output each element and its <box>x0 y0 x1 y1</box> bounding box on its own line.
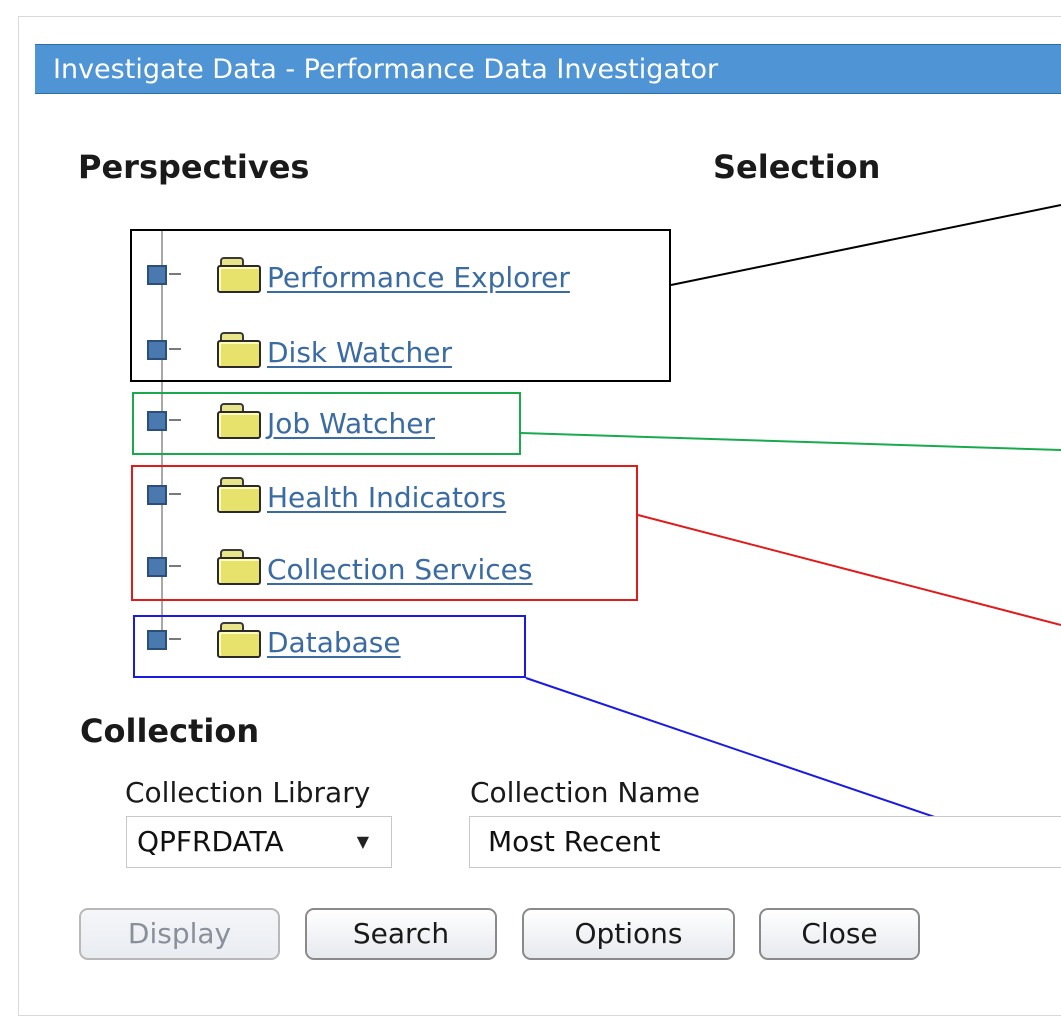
collection-library-value: QPFRDATA <box>137 825 284 858</box>
window-title: Investigate Data - Performance Data Inve… <box>35 44 1061 94</box>
callout-box-black <box>130 229 671 382</box>
chevron-down-icon[interactable]: ▼ <box>357 817 369 867</box>
callout-box-red <box>131 465 638 601</box>
search-button[interactable]: Search <box>305 908 497 960</box>
callout-box-blue <box>133 615 526 678</box>
perspectives-heading: Perspectives <box>78 148 310 186</box>
collection-name-field[interactable]: Most Recent <box>469 816 1061 868</box>
display-button[interactable]: Display <box>79 908 280 960</box>
collection-heading: Collection <box>80 712 260 750</box>
selection-heading: Selection <box>713 148 881 186</box>
collection-name-label: Collection Name <box>470 776 701 809</box>
options-button[interactable]: Options <box>522 908 735 960</box>
collection-name-value: Most Recent <box>488 825 661 858</box>
collection-library-select[interactable]: QPFRDATA ▼ <box>126 816 392 868</box>
close-button[interactable]: Close <box>759 908 920 960</box>
callout-box-green <box>132 392 521 455</box>
collection-library-label: Collection Library <box>125 776 371 809</box>
